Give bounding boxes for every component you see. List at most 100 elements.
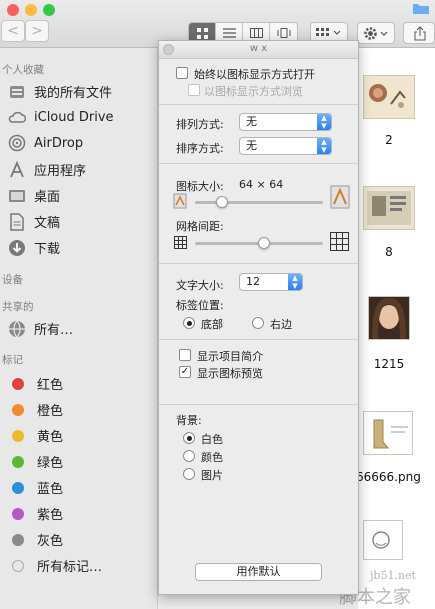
sidebar-item-label: iCloud Drive xyxy=(34,109,114,125)
devices-header: 设备 xyxy=(2,274,23,286)
arrange-label: 排列方式: xyxy=(176,118,224,131)
file-thumbnail[interactable] xyxy=(368,296,410,340)
show-item-info-checkbox[interactable] xyxy=(179,349,191,361)
folder-icon xyxy=(413,4,429,14)
file-name[interactable]: 8 xyxy=(363,245,415,259)
sidebar-tag-orange[interactable]: 橙色 xyxy=(8,400,63,419)
tag-dot xyxy=(12,507,24,520)
background-picture-radio[interactable] xyxy=(183,468,195,480)
cover-flow-icon xyxy=(277,28,290,38)
show-icon-preview-checkbox[interactable]: ✓ xyxy=(179,366,191,378)
sidebar-tag-blue[interactable]: 蓝色 xyxy=(8,478,63,497)
cloud-icon xyxy=(8,108,26,126)
label-right-radio[interactable] xyxy=(252,317,264,329)
divider xyxy=(159,339,358,340)
image-thumbnail xyxy=(364,521,402,559)
sidebar-item-icloud-drive[interactable]: iCloud Drive xyxy=(8,108,114,126)
text-size-label: 文字大小: xyxy=(176,279,224,292)
sort-select[interactable]: 无 ▲ ▼ xyxy=(239,137,332,155)
gear-icon xyxy=(364,27,388,40)
tags-header: 标记 xyxy=(2,354,23,366)
forward-button[interactable]: > xyxy=(25,20,49,42)
sidebar-item-desktop[interactable]: 桌面 xyxy=(8,186,60,205)
tag-dot xyxy=(12,377,24,390)
sidebar-item-airdrop[interactable]: AirDrop xyxy=(8,134,83,152)
network-icon xyxy=(8,320,26,338)
close-window-button[interactable] xyxy=(7,4,19,16)
background-color-radio[interactable] xyxy=(183,450,195,462)
share-button[interactable] xyxy=(403,22,435,44)
text-size-select[interactable]: 12 ▲ ▼ xyxy=(239,273,303,291)
file-name[interactable]: 66666.png xyxy=(356,470,421,484)
sidebar-item-documents[interactable]: 文稿 xyxy=(8,212,60,231)
large-icon-size-icon xyxy=(330,185,350,209)
background-white-radio[interactable] xyxy=(183,432,195,444)
icon-view-icon xyxy=(196,27,208,39)
always-open-icon-view-label: 始终以图标显示方式打开 xyxy=(194,68,315,81)
minimize-window-button[interactable] xyxy=(25,4,37,16)
grid-spacing-slider[interactable] xyxy=(195,237,323,249)
zoom-window-button[interactable] xyxy=(43,4,55,16)
tag-dot xyxy=(12,403,24,416)
sidebar-all-tags[interactable]: 所有标记… xyxy=(8,556,102,575)
action-menu-button[interactable] xyxy=(357,22,395,44)
file-thumbnail[interactable] xyxy=(363,411,413,455)
sidebar-item-label: 桌面 xyxy=(34,190,61,205)
icon-size-slider[interactable] xyxy=(195,196,323,208)
back-button[interactable]: < xyxy=(1,20,25,42)
image-thumbnail xyxy=(369,297,409,340)
watermark-site: jb51.net xyxy=(370,569,416,582)
show-item-info-label: 显示项目简介 xyxy=(197,350,263,363)
tag-dot xyxy=(12,481,24,494)
shared-header: 共享的 xyxy=(2,301,34,313)
background-label: 背景: xyxy=(176,414,202,427)
tag-label: 橙色 xyxy=(37,404,64,419)
checkmark-icon: ✓ xyxy=(180,366,190,377)
file-name[interactable]: 1215 xyxy=(363,357,415,371)
sidebar-tag-purple[interactable]: 紫色 xyxy=(8,504,63,523)
sidebar-item-all-files[interactable]: 我的所有文件 xyxy=(8,82,112,101)
view-options-panel: w x 始终以图标显示方式打开 以图标显示方式浏览 排列方式: 无 ▲ ▼ 排序方… xyxy=(158,40,359,595)
sidebar-item-label: 我的所有文件 xyxy=(34,86,113,101)
use-as-defaults-button[interactable]: 用作默认 xyxy=(195,563,322,581)
sidebar-item-shared-all[interactable]: 所有… xyxy=(8,319,73,338)
sidebar-tag-red[interactable]: 红色 xyxy=(8,374,63,393)
file-name[interactable]: 2 xyxy=(363,133,415,147)
sidebar-tag-gray[interactable]: 灰色 xyxy=(8,530,63,549)
browse-icon-view-checkbox[interactable] xyxy=(188,84,200,96)
slider-knob[interactable] xyxy=(258,237,270,249)
file-thumbnail[interactable] xyxy=(363,520,403,560)
arrange-select[interactable]: 无 ▲ ▼ xyxy=(239,113,332,131)
chevron-updown-icon: ▲ ▼ xyxy=(288,274,302,290)
sidebar-item-applications[interactable]: 应用程序 xyxy=(8,160,86,179)
sidebar-tag-green[interactable]: 绿色 xyxy=(8,452,63,471)
icon-size-label: 图标大小: xyxy=(176,180,224,193)
all-files-icon xyxy=(8,83,26,101)
divider xyxy=(159,104,358,105)
image-thumbnail xyxy=(364,76,414,118)
sidebar-item-downloads[interactable]: 下载 xyxy=(8,238,60,257)
share-icon xyxy=(414,26,426,41)
arrange-value: 无 xyxy=(246,115,257,128)
sort-label: 排序方式: xyxy=(176,142,224,155)
tag-label: 蓝色 xyxy=(37,482,64,497)
tag-dot xyxy=(12,429,24,442)
all-tags-icon xyxy=(12,559,24,572)
file-thumbnail[interactable] xyxy=(363,186,415,230)
slider-knob[interactable] xyxy=(216,196,228,208)
applications-icon xyxy=(8,160,26,179)
tag-label: 红色 xyxy=(37,378,64,393)
desktop-icon xyxy=(8,187,26,205)
browse-icon-view-label: 以图标显示方式浏览 xyxy=(204,85,303,98)
file-thumbnail[interactable] xyxy=(363,75,415,119)
tag-label: 灰色 xyxy=(37,534,64,549)
documents-icon xyxy=(8,212,26,231)
always-open-icon-view-checkbox[interactable] xyxy=(176,67,188,79)
label-bottom-text: 底部 xyxy=(201,318,223,331)
tag-label: 黄色 xyxy=(37,430,64,445)
small-grid-icon xyxy=(174,236,187,249)
tag-label: 所有标记… xyxy=(37,560,103,575)
label-bottom-radio[interactable] xyxy=(183,317,195,329)
sidebar-tag-yellow[interactable]: 黄色 xyxy=(8,426,63,445)
tag-dot xyxy=(12,455,24,468)
